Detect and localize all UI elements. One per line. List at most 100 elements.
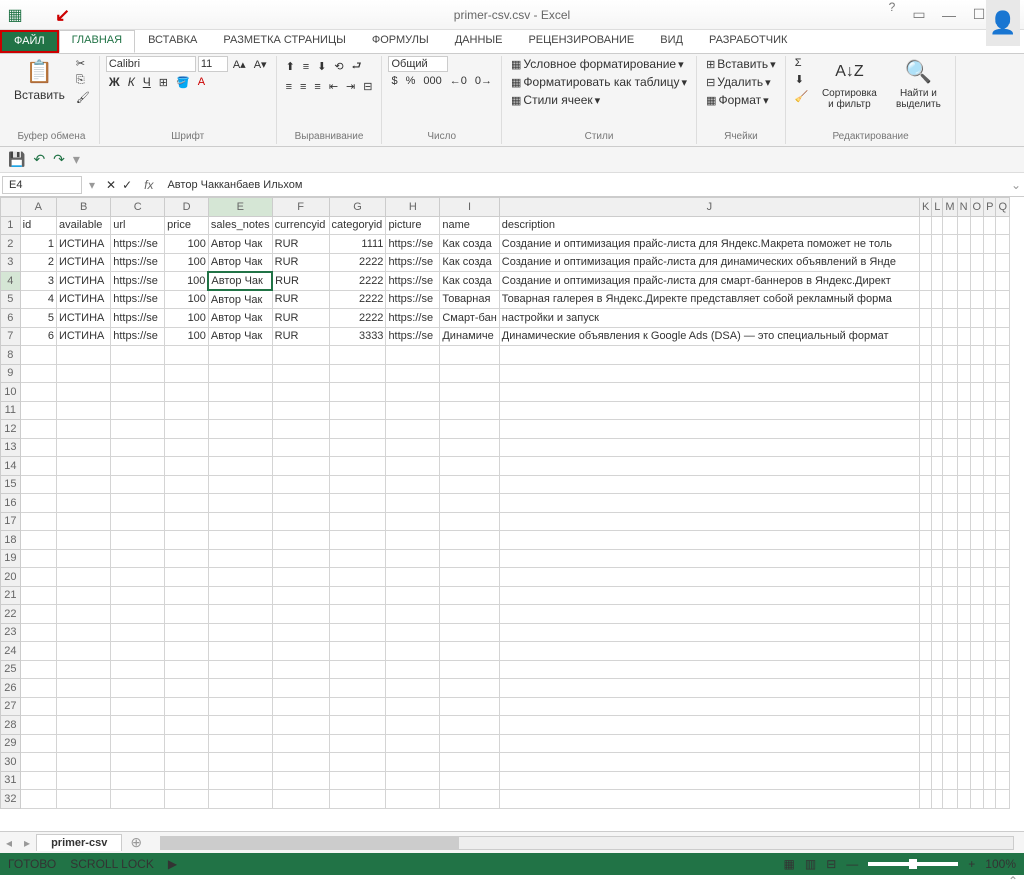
cell[interactable] [272,512,329,531]
cell[interactable]: ИСТИНА [56,272,110,291]
cell[interactable] [208,401,272,420]
cell[interactable] [165,568,209,587]
cell[interactable] [996,734,1010,753]
cell[interactable] [111,568,165,587]
cell[interactable] [20,605,56,624]
cell[interactable] [919,475,931,494]
row-header[interactable]: 12 [1,420,21,439]
cell[interactable] [996,790,1010,809]
cell[interactable] [386,586,440,605]
sheet-nav-next-icon[interactable]: ▸ [18,836,36,850]
cell[interactable] [386,771,440,790]
decimal-dec-icon[interactable]: 0→ [472,74,495,88]
cell[interactable] [208,512,272,531]
merge-icon[interactable]: ⊟ [360,79,375,94]
cell[interactable] [957,494,970,513]
cell[interactable] [996,549,1010,568]
cell[interactable] [499,790,919,809]
name-box[interactable] [2,176,82,194]
row-header[interactable]: 23 [1,623,21,642]
cell[interactable] [943,642,957,661]
cell[interactable] [996,494,1010,513]
row-header[interactable]: 4 [1,272,21,291]
cell[interactable]: Автор Чак [208,309,272,328]
increase-font-icon[interactable]: A▴ [230,57,249,72]
cell[interactable]: https://se [111,327,165,346]
cell[interactable] [440,568,499,587]
bold-button[interactable]: Ж [106,74,123,90]
col-header[interactable]: B [56,198,110,217]
col-header[interactable]: G [329,198,386,217]
cell[interactable] [996,346,1010,365]
cell[interactable]: ИСТИНА [56,309,110,328]
cell[interactable] [329,679,386,698]
cell[interactable] [943,716,957,735]
cell[interactable] [932,716,943,735]
cell[interactable] [943,235,957,254]
cell[interactable] [919,512,931,531]
border-button[interactable]: ⊞ [156,75,171,90]
cell[interactable] [165,457,209,476]
cell[interactable] [970,253,984,272]
cell[interactable] [957,623,970,642]
cell[interactable] [111,457,165,476]
cell[interactable] [984,679,996,698]
cell[interactable] [165,697,209,716]
cell[interactable] [208,660,272,679]
cell[interactable] [957,438,970,457]
cell[interactable]: 100 [165,253,209,272]
row-header[interactable]: 1 [1,216,21,235]
help-icon[interactable]: ? [880,0,904,30]
underline-button[interactable]: Ч [140,74,154,90]
cell[interactable] [440,716,499,735]
cell[interactable] [984,642,996,661]
cell[interactable] [984,420,996,439]
cell[interactable] [919,420,931,439]
cell[interactable] [996,272,1010,291]
cell[interactable] [20,734,56,753]
cell[interactable] [329,697,386,716]
cell[interactable]: available [56,216,110,235]
redo-icon[interactable]: ↷ [53,151,65,168]
cell[interactable] [957,401,970,420]
cell[interactable] [499,605,919,624]
cell[interactable] [943,531,957,550]
tab-file[interactable]: ФАЙЛ [0,30,59,53]
cell[interactable] [56,753,110,772]
cell[interactable] [440,494,499,513]
cell[interactable] [970,290,984,309]
cell[interactable] [208,457,272,476]
cell[interactable] [208,790,272,809]
cell[interactable]: 100 [165,309,209,328]
cell[interactable] [943,790,957,809]
cell[interactable] [970,697,984,716]
cell[interactable]: https://se [386,235,440,254]
cell[interactable] [919,660,931,679]
cell[interactable]: https://se [386,327,440,346]
font-size-input[interactable] [198,56,228,72]
cell[interactable]: RUR [272,309,329,328]
cell[interactable]: 6 [20,327,56,346]
cell[interactable] [329,494,386,513]
cell[interactable] [996,457,1010,476]
cell[interactable] [984,753,996,772]
row-header[interactable]: 26 [1,679,21,698]
cell[interactable] [329,790,386,809]
delete-cells-button[interactable]: ⊟ Удалить ▾ [703,74,774,90]
cell[interactable] [111,512,165,531]
cell[interactable] [943,309,957,328]
cell[interactable] [984,734,996,753]
cell[interactable] [20,494,56,513]
cell[interactable]: 100 [165,327,209,346]
cell[interactable] [932,586,943,605]
cell[interactable] [386,568,440,587]
cell[interactable] [20,716,56,735]
cell[interactable] [957,771,970,790]
cell[interactable]: 2222 [329,272,386,291]
cell[interactable] [329,660,386,679]
cell[interactable] [499,401,919,420]
cell[interactable] [329,568,386,587]
cell[interactable] [208,568,272,587]
col-header[interactable]: M [943,198,957,217]
cell[interactable] [996,716,1010,735]
